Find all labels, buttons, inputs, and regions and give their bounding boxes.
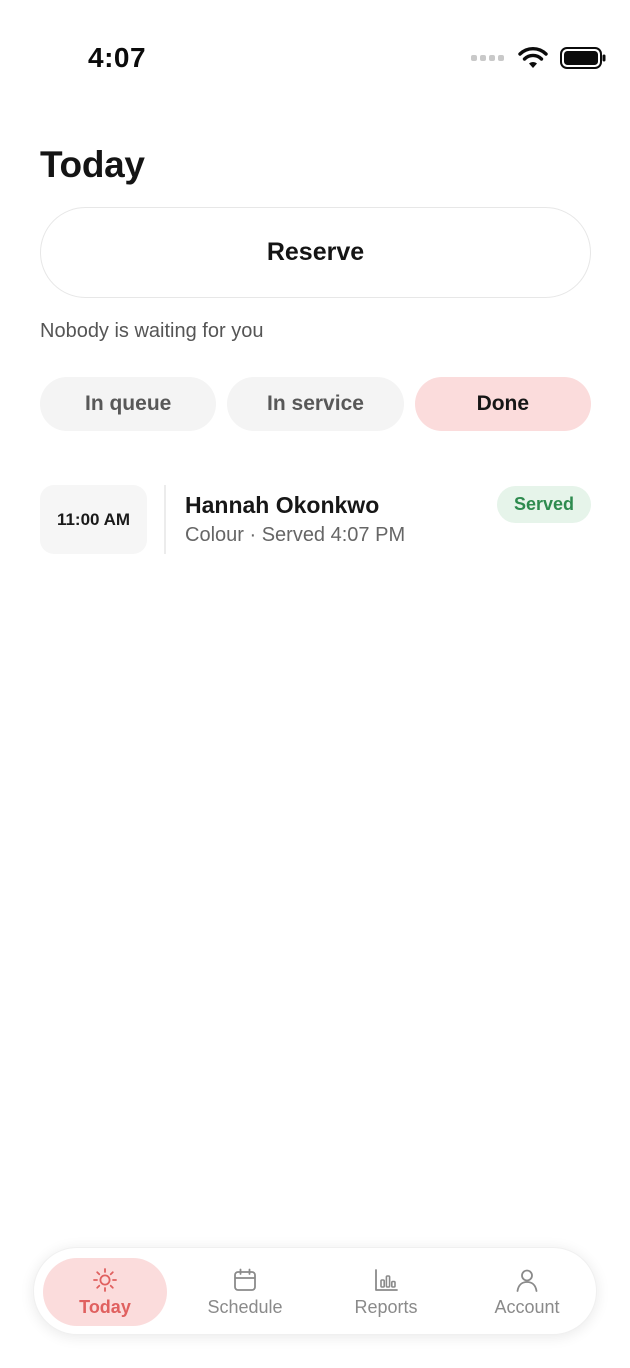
tab-in-service[interactable]: In service — [227, 377, 404, 431]
client-detail: Colour · Served 4:07 PM — [185, 524, 406, 546]
status-time: 4:07 — [88, 42, 147, 73]
calendar-icon — [234, 1268, 256, 1291]
person-icon — [516, 1269, 538, 1292]
status-tabs: In queue In service Done — [40, 377, 591, 431]
screen: 4:07 Today Reserve Nobody is waiting for… — [0, 0, 630, 1368]
signal-dots-icon — [471, 55, 504, 61]
status-icons — [471, 44, 606, 72]
appointment-time: 11:00 AM — [40, 485, 147, 554]
tab-in-queue[interactable]: In queue — [40, 377, 217, 431]
nav-label-reports: Reports — [354, 1296, 418, 1317]
page-title: Today — [40, 144, 145, 185]
list-item[interactable]: 11:00 AM Hannah Okonkwo Colour · Served … — [40, 485, 591, 555]
status-badge: Served — [496, 486, 591, 523]
bar-chart-icon — [375, 1268, 398, 1291]
tab-done[interactable]: Done — [414, 377, 591, 431]
nav-label-account: Account — [494, 1296, 560, 1317]
queue-status-text: Nobody is waiting for you — [40, 320, 264, 342]
nav-label-schedule: Schedule — [207, 1296, 283, 1317]
nav-item-reports[interactable]: Reports — [324, 1258, 448, 1326]
battery-icon — [560, 47, 606, 69]
wifi-icon — [518, 47, 548, 68]
nav-item-today[interactable]: Today — [43, 1258, 167, 1326]
bottom-nav: Today Schedule Reports Account — [33, 1247, 597, 1335]
reserve-button[interactable]: Reserve — [40, 207, 591, 298]
client-name: Hannah Okonkwo — [185, 492, 380, 518]
nav-item-account[interactable]: Account — [465, 1258, 589, 1326]
nav-label-today: Today — [79, 1296, 131, 1317]
nav-item-schedule[interactable]: Schedule — [183, 1258, 307, 1326]
divider — [164, 485, 166, 554]
sun-icon — [93, 1267, 117, 1292]
